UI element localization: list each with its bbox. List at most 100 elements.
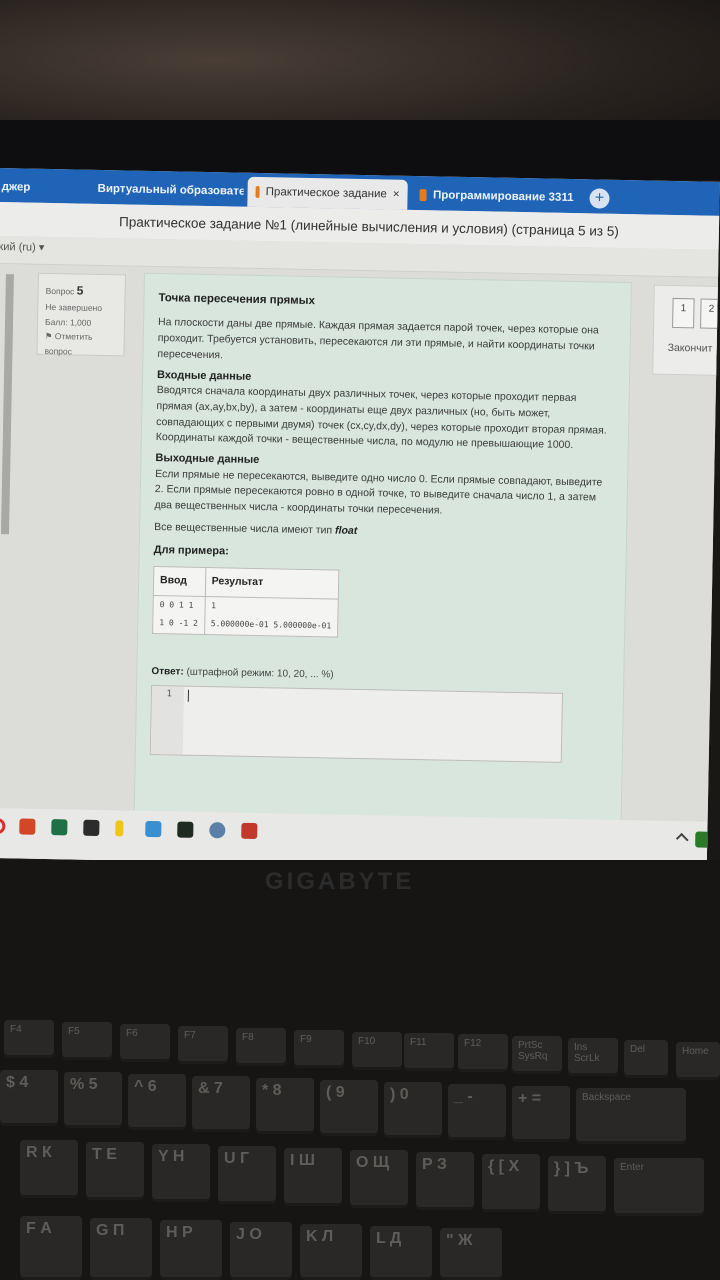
key-home: Home [676,1042,720,1080]
key-u: U Г [218,1146,276,1204]
key-o: O Щ [350,1150,408,1208]
finish-attempt-link[interactable]: Закончит [668,342,713,355]
tab-manager[interactable]: джер [0,172,72,203]
key-prtsc: PrtSc SysRq [512,1036,562,1074]
key-f5: F5 [62,1022,112,1060]
question-title: Точка пересечения прямых [158,292,316,308]
question-label: Вопрос [45,285,75,297]
key-y: Y Н [152,1144,210,1202]
type-note-type: float [334,524,358,537]
drive-icon[interactable] [83,819,100,837]
key-g: G П [90,1218,152,1280]
tab-label: Виртуальный образовате [97,182,244,198]
key-equals: + = [512,1086,570,1142]
key-enter: Enter [614,1158,704,1216]
question-score: Балл: 1,000 [44,316,92,328]
brand-logo: GIGABYTE [265,868,415,895]
powerpoint-icon[interactable] [19,818,36,835]
key-9: ( 9 [320,1080,378,1136]
table-cell: 0 0 1 1 [152,595,205,616]
key-4: $ 4 [0,1070,58,1126]
text-cursor [187,689,190,702]
flag-question-link[interactable]: ⚑ Отметить вопрос [44,329,117,359]
key-8: * 8 [256,1078,314,1134]
output-description: Если прямые не пересекаются, выведите од… [154,467,603,517]
answer-mode: (штрафной режим: 10, 20, ... %) [186,666,334,681]
key-l: L Д [370,1226,432,1280]
table-header-result: Результат [204,567,339,599]
key-7: & 7 [192,1076,250,1132]
key-f9: F9 [294,1030,344,1068]
key-f10: F10 [352,1032,402,1070]
line-number: 1 [150,685,185,755]
question-number: 5 [76,283,84,298]
input-description: Вводятся сначала координаты двух различн… [155,384,607,452]
question-intro: На плоскости даны две прямые. Каждая пря… [157,316,599,362]
answer-label-text: Ответ: [151,665,184,678]
tab-label: джер [1,181,31,194]
tab-label: Практическое задание [265,186,387,201]
key-f7: F7 [178,1026,228,1064]
type-note-text: Все вещественные числа имеют тип [154,520,333,537]
key-t: T Е [86,1142,144,1200]
key-minus: _ - [448,1084,506,1140]
moodle-icon [419,189,428,202]
key-backspace: Backspace [576,1088,686,1144]
pin-icon[interactable] [115,820,124,837]
table-cell: 1 [204,596,339,618]
tab-virtual-education[interactable]: Виртуальный образовате [83,174,244,207]
key-k: K Л [300,1224,362,1280]
question-status: Не завершено [45,302,103,314]
key-quote: " Ж [440,1228,502,1280]
table-cell: 5.000000e-01 5.000000e-01 [204,615,338,637]
nav-question-1[interactable]: 1 [672,297,695,329]
key-del: Del [624,1040,668,1078]
pycharm-icon[interactable] [177,821,194,838]
example-table: Ввод Результат 0 0 1 1 1 1 0 -1 2 5.0000… [152,566,340,638]
tab-label: Программирование 3311 [432,189,574,205]
moodle-icon [255,185,260,198]
quiz-navigation: 1 2 Закончит [652,284,720,377]
tray-app-icon[interactable] [695,831,712,848]
table-header-input: Ввод [153,566,206,597]
key-6: ^ 6 [128,1074,186,1130]
type-note: Все вещественные числа имеют тип float [154,520,612,545]
key-i: I Ш [284,1148,342,1206]
close-tab-icon[interactable]: × [393,189,400,201]
tab-programming[interactable]: Программирование 3311 [411,180,582,213]
key-f4: F4 [4,1020,54,1058]
key-j: J О [230,1222,292,1280]
key-h: H Р [160,1220,222,1280]
key-0: ) 0 [384,1082,442,1138]
key-f11: F11 [404,1033,454,1071]
app-grid-icon[interactable] [241,822,258,840]
excel-icon[interactable] [51,819,68,836]
question-info-box: Вопрос 5 Не завершено Балл: 1,000 ⚑ Отме… [36,272,126,359]
settings-gear-icon[interactable] [209,822,226,839]
key-bracket-left: { [ Х [482,1154,540,1212]
question-content: Точка пересечения прямых На плоскости да… [132,272,632,872]
language-selector[interactable]: кий (ru) ▾ [0,241,44,254]
nav-question-2[interactable]: 2 [700,298,720,329]
key-p: P З [416,1152,474,1210]
key-bracket-right: } ] Ъ [548,1156,606,1214]
new-tab-button[interactable]: + [589,188,610,209]
laptop-keyboard: GIGABYTE F4 F5 F6 F7 F8 F9 F10 F11 F12 P… [0,860,720,1280]
flag-icon: ⚑ [44,331,53,342]
key-r: R К [20,1140,78,1198]
page-content: Вопрос 5 Не завершено Балл: 1,000 ⚑ Отме… [0,263,720,872]
table-cell: 1 0 -1 2 [152,614,205,635]
key-ins: Ins ScrLk [568,1038,618,1076]
tab-practical-task[interactable]: Практическое задание × [247,176,408,210]
chevron-up-icon[interactable] [675,832,689,846]
opera-icon[interactable] [0,817,6,835]
key-f12: F12 [458,1034,508,1072]
scrollbar[interactable] [0,274,14,535]
browser-window: джер Виртуальный образовате Практическое… [0,168,720,872]
monitor-app-icon[interactable] [145,820,162,838]
code-editor[interactable]: 1 [149,684,564,763]
key-f6: F6 [120,1024,170,1062]
example-title: Для примера: [153,543,229,557]
answer-label: Ответ: (штрафной режим: 10, 20, ... %) [151,664,609,688]
key-5: % 5 [64,1072,122,1128]
